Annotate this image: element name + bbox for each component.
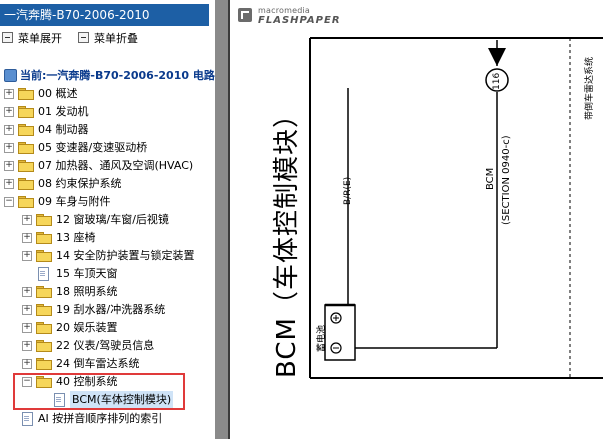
tree-item-24[interactable]: + 24 倒车雷达系统: [22, 355, 212, 372]
tree-item-label: 04 制动器: [38, 123, 89, 136]
tree-item-label: 08 约束保护系统: [38, 177, 122, 190]
tree-item-index[interactable]: AI 按拼音顺序排列的索引: [22, 410, 212, 427]
tree-item-01[interactable]: + 01 发动机: [4, 103, 209, 120]
folder-icon: [36, 358, 52, 370]
folder-icon: [18, 88, 34, 100]
pane-splitter[interactable]: [215, 0, 229, 439]
tree-item-07[interactable]: + 07 加热器、通风及空调(HVAC): [4, 157, 209, 174]
expand-toggle-icon[interactable]: +: [4, 125, 14, 135]
tree-item-00[interactable]: + 00 概述: [4, 85, 209, 102]
expand-toggle-icon[interactable]: +: [4, 107, 14, 117]
expand-toggle-icon[interactable]: +: [22, 251, 32, 261]
computer-icon: [4, 69, 17, 82]
document-viewer: macromedia FLASHPAPER BCM（车体控制模块） B/R(E)…: [230, 0, 603, 439]
expand-toggle-icon[interactable]: +: [22, 233, 32, 243]
folder-icon: [18, 178, 34, 190]
tree-item-label: 09 车身与附件: [38, 195, 111, 208]
folder-icon: [36, 322, 52, 334]
folder-icon: [18, 106, 34, 118]
tree-item-04[interactable]: + 04 制动器: [4, 121, 209, 138]
tree-item-22[interactable]: + 22 仪表/驾驶员信息: [22, 337, 212, 354]
folder-icon: [36, 340, 52, 352]
navigation-pane: 一汽奔腾-B70-2006-2010 菜单展开 菜单折叠 当前:一汽奔腾-B70…: [0, 0, 215, 439]
tree-item-label: 20 娱乐装置: [56, 321, 118, 334]
tree-item-12[interactable]: + 12 窗玻璃/车窗/后视镜: [22, 211, 212, 228]
tree-item-label: 24 倒车雷达系统: [56, 357, 140, 370]
wire-label: B/R(E): [343, 176, 353, 205]
collapse-menu-label: 菜单折叠: [94, 32, 138, 45]
folder-icon: [36, 232, 52, 244]
menu-toolbar: 菜单展开 菜单折叠: [0, 29, 215, 49]
tree-item-label: AI 按拼音顺序排列的索引: [38, 412, 163, 425]
collapse-menu-button[interactable]: 菜单折叠: [78, 29, 138, 49]
tree-item-label: 19 刮水器/冲洗器系统: [56, 303, 166, 316]
folder-icon: [36, 304, 52, 316]
expand-icon: [2, 32, 13, 43]
expand-toggle-icon[interactable]: +: [4, 161, 14, 171]
expand-toggle-icon[interactable]: +: [22, 287, 32, 297]
tree-item-label: 12 窗玻璃/车窗/后视镜: [56, 213, 169, 226]
expand-toggle-icon[interactable]: +: [4, 143, 14, 153]
expand-toggle-icon[interactable]: +: [22, 323, 32, 333]
folder-open-icon: [18, 196, 34, 208]
tree-item-label: 22 仪表/驾驶员信息: [56, 339, 155, 352]
expand-toggle-icon[interactable]: +: [22, 305, 32, 315]
tree-item-label: 07 加热器、通风及空调(HVAC): [38, 159, 194, 172]
tree-item-20[interactable]: + 20 娱乐装置: [22, 319, 212, 336]
expand-toggle-icon[interactable]: +: [22, 359, 32, 369]
page-icon: [38, 267, 49, 281]
tree-item-label: 01 发动机: [38, 105, 89, 118]
expand-toggle-icon[interactable]: +: [4, 179, 14, 189]
expand-toggle-icon[interactable]: +: [22, 215, 32, 225]
tree-item-18[interactable]: + 18 照明系统: [22, 283, 212, 300]
expand-toggle-icon[interactable]: +: [4, 89, 14, 99]
expand-toggle-icon[interactable]: +: [22, 341, 32, 351]
expand-menu-button[interactable]: 菜单展开: [2, 29, 62, 49]
tree-item-19[interactable]: + 19 刮水器/冲洗器系统: [22, 301, 212, 318]
folder-icon: [18, 124, 34, 136]
tree-item-09[interactable]: − 09 车身与附件: [4, 193, 209, 210]
page-icon: [22, 412, 33, 426]
bcm-section-reference: (SECTION 0940-c): [501, 135, 512, 225]
folder-icon: [36, 286, 52, 298]
tree-item-15[interactable]: 15 车顶天窗: [22, 265, 212, 282]
folder-icon: [18, 142, 34, 154]
collapse-icon: [78, 32, 89, 43]
current-path-label: 当前:一汽奔腾-B70-2006-2010 电路图: [20, 69, 215, 82]
folder-icon: [36, 250, 52, 262]
battery-label: 蓄电池: [317, 324, 327, 352]
folder-icon: [18, 160, 34, 172]
tree-item-label: 13 座椅: [56, 231, 96, 244]
tree-item-14[interactable]: + 14 安全防护装置与锁定装置: [22, 247, 212, 264]
bcm-module-title: BCM（车体控制模块）: [272, 101, 302, 378]
tree-item-08[interactable]: + 08 约束保护系统: [4, 175, 209, 192]
connector-number: 116: [492, 72, 502, 90]
tree-item-label: 18 照明系统: [56, 285, 118, 298]
tree-item-label: 00 概述: [38, 87, 78, 100]
collapse-toggle-icon[interactable]: −: [4, 197, 14, 207]
expand-menu-label: 菜单展开: [18, 32, 62, 45]
tree-item-label: 14 安全防护装置与锁定装置: [56, 249, 195, 262]
highlight-annotation: [13, 373, 185, 410]
tree-item-13[interactable]: + 13 座椅: [22, 229, 212, 246]
bcm-reference-label: BCM: [485, 167, 496, 190]
window-title: 一汽奔腾-B70-2006-2010: [0, 4, 209, 26]
tree-item-label: 05 变速器/变速驱动桥: [38, 141, 148, 154]
side-note-text: 带倒车雷达系统: [585, 56, 595, 120]
folder-icon: [36, 214, 52, 226]
tree-item-05[interactable]: + 05 变速器/变速驱动桥: [4, 139, 209, 156]
tree-item-label: 15 车顶天窗: [56, 267, 118, 280]
